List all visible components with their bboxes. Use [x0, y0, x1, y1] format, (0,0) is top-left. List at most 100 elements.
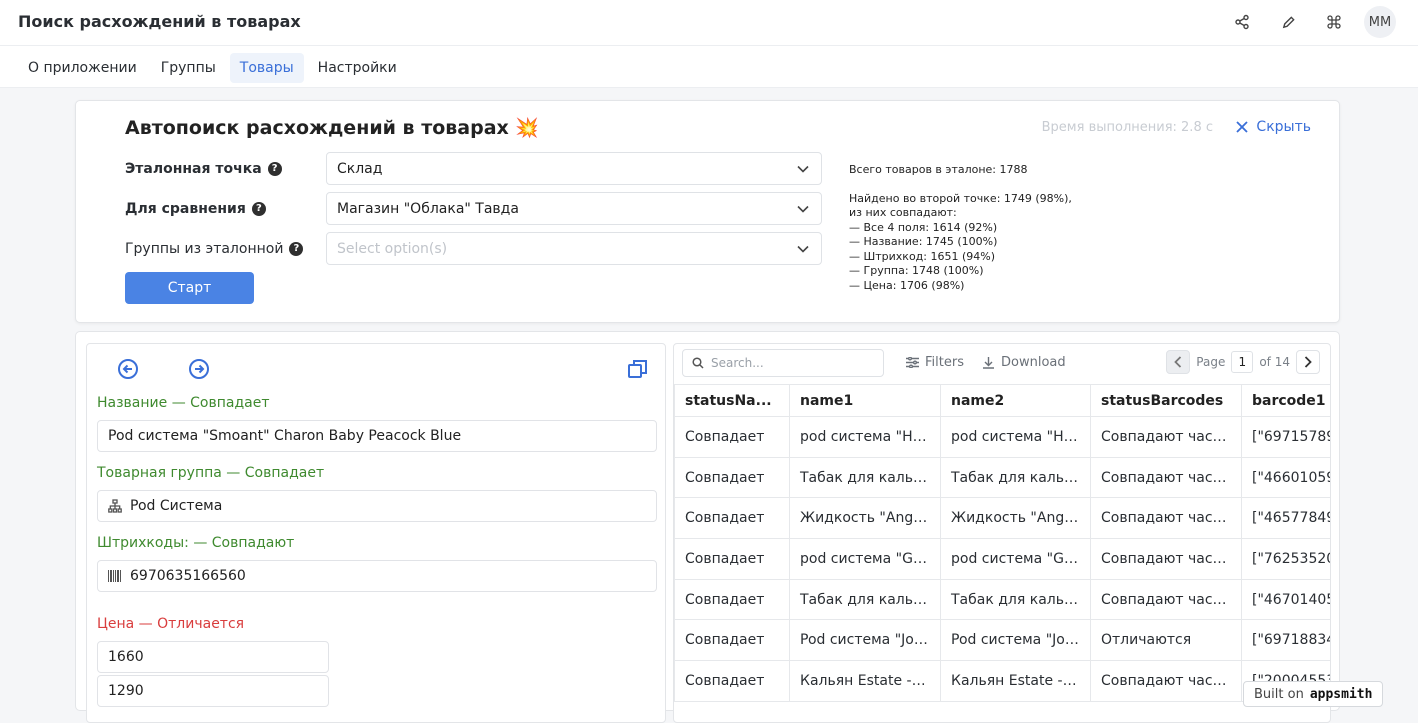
column-header[interactable]: statusBarcodes: [1090, 384, 1242, 417]
hide-button[interactable]: Скрыть: [1236, 119, 1311, 135]
avatar[interactable]: MM: [1364, 6, 1396, 38]
next-arrow-icon[interactable]: [188, 358, 210, 380]
next-page-button[interactable]: [1296, 350, 1320, 374]
edit-icon[interactable]: [1272, 6, 1304, 38]
cmp-row: Для сравнения ? Магазин "Облака" Тавда: [125, 192, 822, 225]
top-icons: MM: [1226, 6, 1396, 38]
barcode-icon: [108, 570, 121, 582]
panel-title: Автопоиск расхождений в товарах 💥: [125, 117, 540, 139]
table-row[interactable]: Совпадает pod система "HQ... pod система…: [674, 416, 1330, 458]
table-row[interactable]: Совпадает Табак для кальян... Табак для …: [674, 578, 1330, 621]
prev-page-button[interactable]: [1166, 350, 1191, 374]
built-on-label: Built on: [1254, 686, 1304, 702]
cmp-select[interactable]: Магазин "Облака" Тавда: [326, 192, 822, 225]
ref-label-wrap: Эталонная точка ?: [125, 161, 326, 177]
table-row[interactable]: Совпадает Кальян Estate - G... Кальян Es…: [674, 660, 1330, 702]
table-cell: ["697157895: [1241, 416, 1330, 458]
table-cell: Совпадает: [674, 660, 790, 702]
group-value: Pod Система: [130, 498, 223, 514]
page-number-input[interactable]: 1: [1231, 351, 1254, 373]
group-field[interactable]: Pod Система: [97, 490, 657, 522]
column-header[interactable]: name2: [940, 384, 1091, 417]
table-row[interactable]: Совпадает Жидкость "Angry ... Жидкость "…: [674, 497, 1330, 540]
table-cell: ["465778490: [1241, 497, 1330, 540]
table-cell: Отличаются: [1090, 619, 1242, 662]
table-cell: Кальян Estate - G...: [940, 660, 1091, 702]
table-row[interactable]: Совпадает Pod система "Joye... Pod систе…: [674, 619, 1330, 662]
tab-settings[interactable]: Настройки: [308, 53, 407, 83]
table-cell: ["697188340: [1241, 619, 1330, 662]
command-icon[interactable]: [1318, 6, 1350, 38]
name-field[interactable]: Pod система "Smoant" Charon Baby Peacock…: [97, 420, 657, 452]
column-header[interactable]: statusNa...: [674, 384, 790, 417]
prev-arrow-icon[interactable]: [117, 358, 139, 380]
stat-group: — Группа: 1748 (100%): [849, 264, 984, 277]
built-on-badge[interactable]: Built on appsmith: [1243, 681, 1384, 707]
table-row[interactable]: Совпадает Табак для кальян... Табак для …: [674, 456, 1330, 499]
table-cell: pod система "GST ...: [940, 538, 1091, 580]
filters-button[interactable]: Filters: [906, 355, 964, 370]
help-icon[interactable]: ?: [267, 161, 282, 176]
table-cell: Совпадают части...: [1090, 538, 1242, 580]
table-cell: Pod система "Joye...: [940, 619, 1091, 662]
table-cell: Совпадают части...: [1090, 456, 1242, 499]
column-header[interactable]: barcode1: [1241, 384, 1330, 417]
app-title: Поиск расхождений в товарах: [18, 12, 301, 31]
price-value-2: 1290: [108, 683, 144, 699]
nav-tabs: О приложении Группы Товары Настройки: [18, 53, 407, 83]
hierarchy-icon: [108, 499, 122, 513]
ref-row: Эталонная точка ? Склад: [125, 152, 822, 185]
table-cell: Совпадает: [674, 578, 790, 621]
stats-spacer: [849, 178, 1072, 192]
filter-icon: [906, 357, 919, 368]
start-button[interactable]: Старт: [125, 272, 254, 304]
page-label: Page: [1196, 355, 1226, 369]
price-status-label: Цена — Отличается: [97, 616, 245, 632]
share-icon[interactable]: [1226, 6, 1258, 38]
tab-groups[interactable]: Группы: [151, 53, 226, 83]
download-icon: [983, 357, 994, 369]
stat-total: Всего товаров в эталоне: 1788: [849, 163, 1028, 176]
download-button[interactable]: Download: [982, 355, 1066, 370]
pagination: Page 1 of 14: [1166, 350, 1320, 374]
table-cell: Совпадают части...: [1090, 497, 1242, 540]
chevron-down-icon: [797, 205, 809, 213]
group-status-label: Товарная группа — Совпадает: [97, 465, 325, 481]
table-cell: Совпадает: [674, 538, 790, 580]
price-value-1: 1660: [108, 649, 144, 665]
table-header-row: statusNa... name1 name2 statusBarcodes b…: [674, 384, 1330, 417]
cmp-value: Магазин "Облака" Тавда: [337, 200, 519, 217]
table-cell: Жидкость "Angry ...: [940, 497, 1091, 540]
groups-multiselect[interactable]: Select option(s): [326, 232, 822, 265]
barcode-value: 6970635166560: [130, 568, 246, 584]
table-cell: Совпадает: [674, 619, 790, 662]
ref-select[interactable]: Склад: [326, 152, 822, 185]
table-cell: ["46701405: [1241, 578, 1330, 621]
ref-value: Склад: [337, 160, 383, 177]
tab-about[interactable]: О приложении: [18, 53, 147, 83]
results-table-pane: Search... Filters Download Page 1 of 14: [673, 343, 1331, 723]
help-icon[interactable]: ?: [289, 241, 304, 256]
search-input[interactable]: Search...: [682, 349, 884, 377]
table-cell: ["466010591: [1241, 456, 1330, 499]
table-row[interactable]: Совпадает pod система "GST ... pod систе…: [674, 538, 1330, 580]
copy-icon[interactable]: [627, 358, 649, 380]
price-field-2[interactable]: 1290: [97, 675, 329, 707]
tab-products[interactable]: Товары: [229, 53, 304, 83]
stat-price: — Цена: 1706 (98%): [849, 278, 965, 292]
stat-found: Найдено во второй точке: 1749 (98%),: [849, 191, 1072, 205]
ref-label: Эталонная точка: [125, 160, 262, 177]
column-header[interactable]: name1: [789, 384, 941, 417]
table-cell: pod система "HQ...: [940, 416, 1091, 458]
table-cell: Совпадают части...: [1090, 416, 1242, 458]
price-field-1[interactable]: 1660: [97, 641, 329, 673]
execution-time: Время выполнения: 2.8 с: [1041, 120, 1213, 135]
help-icon[interactable]: ?: [251, 201, 266, 216]
name-status-label: Название — Совпадает: [97, 395, 270, 411]
download-label: Download: [1001, 355, 1066, 370]
table-cell: Жидкость "Angry ...: [789, 497, 941, 540]
nav-bar: О приложении Группы Товары Настройки: [0, 46, 1418, 88]
stat-name: — Название: 1745 (100%): [849, 235, 998, 248]
barcode-field[interactable]: 6970635166560: [97, 560, 657, 592]
stat-of-them: из них совпадают:: [849, 206, 957, 219]
